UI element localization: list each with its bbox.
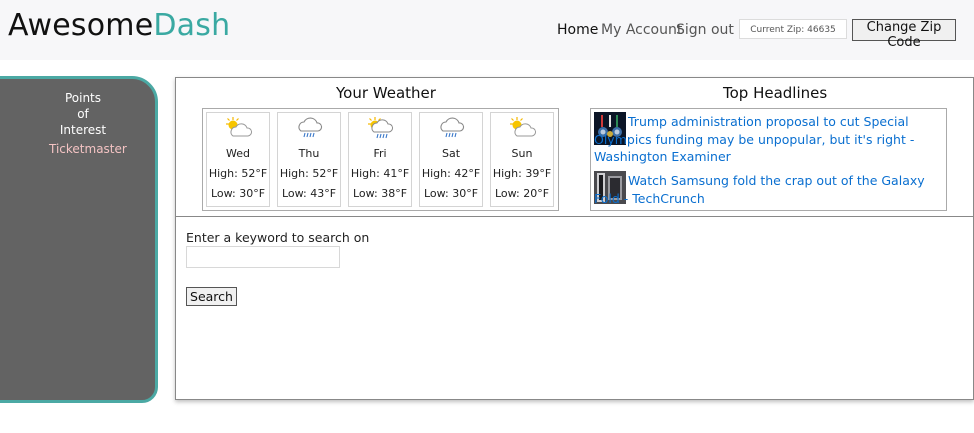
weather-day-card: Sat High: 42°F Low: 30°F <box>419 112 483 207</box>
day-high: High: 52°F <box>279 167 339 180</box>
section-divider <box>176 216 974 217</box>
weather-day-card: Thu High: 52°F Low: 43°F <box>277 112 341 207</box>
sidebar-item-ticketmaster[interactable]: Ticketmaster <box>49 142 127 156</box>
day-low: Low: 38°F <box>352 187 408 200</box>
partly-cloudy-icon <box>510 117 536 137</box>
day-name: Wed <box>226 147 250 160</box>
weather-title: Your Weather <box>336 84 436 102</box>
logo-text-primary: Awesome <box>8 8 154 43</box>
search-label: Enter a keyword to search on <box>186 230 370 245</box>
partly-cloudy-icon <box>226 117 252 137</box>
rain-icon <box>298 117 323 138</box>
day-name: Sun <box>511 147 533 160</box>
day-high: High: 42°F <box>421 167 481 180</box>
headline-link[interactable]: Trump administration proposal to cut Spe… <box>594 113 939 166</box>
app-logo[interactable]: AwesomeDash <box>8 8 230 43</box>
logo-text-accent: Dash <box>153 8 231 43</box>
search-input[interactable] <box>186 246 340 268</box>
search-button[interactable]: Search <box>186 287 237 306</box>
weather-day-card: Wed High: 52°F Low: 30°F <box>206 112 270 207</box>
day-name: Sat <box>441 147 461 160</box>
sun-rain-icon <box>368 117 393 139</box>
rain-icon <box>440 117 465 138</box>
sidebar-title: Points of Interest <box>59 91 107 137</box>
day-low: Low: 20°F <box>494 187 550 200</box>
day-high: High: 39°F <box>492 167 552 180</box>
current-zip-field[interactable]: Current Zip: 46635 <box>739 19 847 39</box>
nav-home-link[interactable]: Home <box>557 22 598 38</box>
day-low: Low: 43°F <box>281 187 337 200</box>
day-name: Thu <box>298 147 320 160</box>
nav-sign-out-link[interactable]: Sign out <box>676 22 734 38</box>
nav-my-account-link[interactable]: My Account <box>601 22 682 38</box>
change-zip-button[interactable]: Change Zip Code <box>852 19 956 50</box>
day-high: High: 52°F <box>208 167 268 180</box>
headline-link[interactable]: Watch Samsung fold the crap out of the G… <box>594 172 939 207</box>
weather-day-card: Fri High: 41°F Low: 38°F <box>348 112 412 207</box>
day-low: Low: 30°F <box>423 187 479 200</box>
headlines-title: Top Headlines <box>723 84 828 102</box>
day-high: High: 41°F <box>350 167 410 180</box>
weather-day-card: Sun High: 39°F Low: 20°F <box>490 112 554 207</box>
day-low: Low: 30°F <box>210 187 266 200</box>
day-name: Fri <box>373 147 387 160</box>
